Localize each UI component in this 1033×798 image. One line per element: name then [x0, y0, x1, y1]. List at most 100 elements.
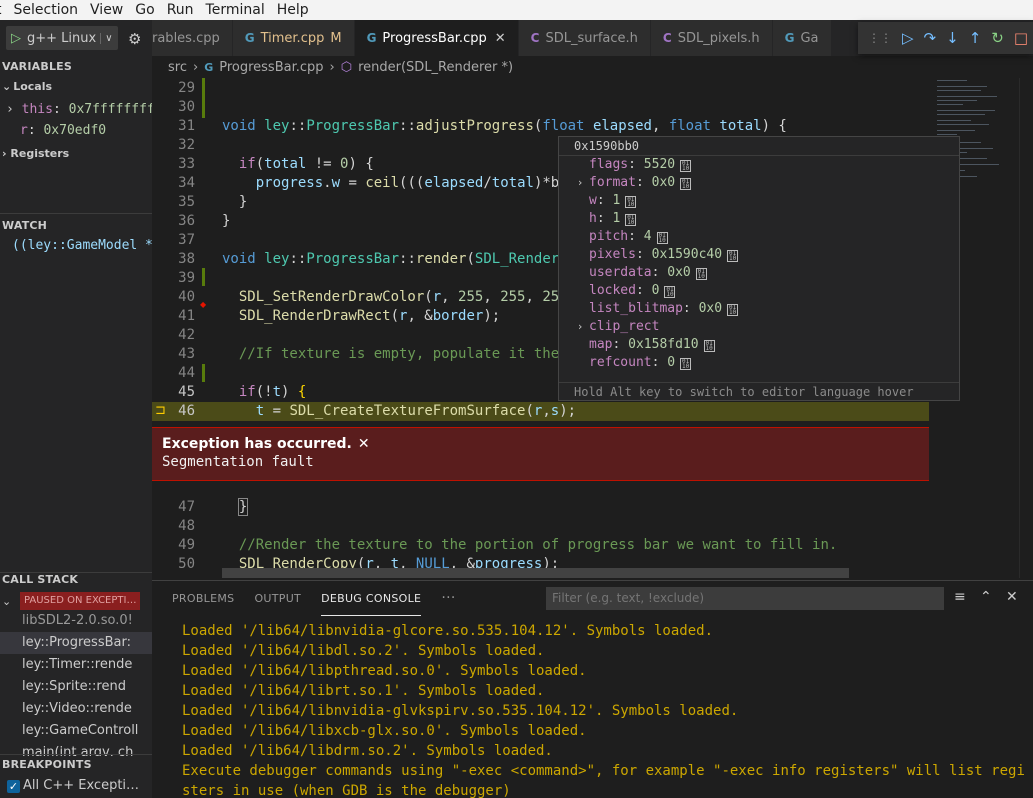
- console-line: Execute debugger commands using "-exec <…: [182, 763, 1025, 779]
- chevron-down-icon[interactable]: ⌄: [2, 595, 11, 608]
- gear-icon[interactable]: ⚙: [128, 30, 141, 48]
- binary-view-icon[interactable]: 01 10: [664, 286, 676, 298]
- binary-view-icon[interactable]: 01 10: [625, 196, 637, 208]
- hover-row[interactable]: pixels: 0x1590c40 01 10: [559, 246, 739, 264]
- locals-scope[interactable]: ⌄ Locals: [2, 80, 52, 93]
- tab-ga[interactable]: G Ga: [772, 20, 832, 56]
- breakpoint-dot-icon[interactable]: ◆: [200, 300, 206, 309]
- tab-rables-cpp[interactable]: rables.cpp: [152, 20, 233, 56]
- chevron-right-icon[interactable]: ›: [571, 174, 589, 192]
- breadcrumb-file[interactable]: ProgressBar.cpp: [219, 60, 323, 75]
- hover-row[interactable]: flags: 5520 01 10: [559, 156, 692, 174]
- close-icon[interactable]: ✕: [358, 436, 370, 452]
- code-line: 31 void ley::ProgressBar::adjustProgress(…: [178, 118, 787, 134]
- binary-view-icon[interactable]: 01 10: [656, 232, 668, 244]
- exception-widget: Exception has occurred. ✕ Segmentation fa…: [152, 427, 929, 481]
- breakpoint-all-cpp-exceptions[interactable]: All C++ Excepti…: [23, 778, 139, 793]
- stack-frame[interactable]: ley::Sprite::rend: [0, 676, 152, 698]
- menu-view[interactable]: View: [84, 2, 129, 18]
- menu-selection[interactable]: Selection: [8, 2, 85, 18]
- code-line: 48: [178, 518, 195, 534]
- binary-view-icon[interactable]: 01 10: [680, 358, 692, 370]
- menu-terminal[interactable]: Terminal: [200, 2, 271, 18]
- hover-row[interactable]: pitch: 4 01 10: [559, 228, 668, 246]
- hover-row[interactable]: › clip_rect: [559, 318, 660, 336]
- checkbox-checked-icon[interactable]: ✓: [7, 780, 20, 793]
- binary-view-icon[interactable]: 01 10: [703, 340, 715, 352]
- watch-expression[interactable]: ((ley::GameModel *: [12, 238, 152, 253]
- step-into-icon[interactable]: ↓: [946, 29, 959, 47]
- cpp-file-icon: G: [366, 31, 377, 45]
- tab-sdl-pixels-h[interactable]: C SDL_pixels.h: [650, 20, 773, 56]
- run-config-label: g++ Linux: [27, 30, 97, 46]
- tab-debug-console[interactable]: DEBUG CONSOLE: [321, 581, 422, 616]
- stack-frame[interactable]: libSDL2-2.0.so.0!: [0, 610, 152, 632]
- stack-frame[interactable]: ley::Video::rende: [0, 698, 152, 720]
- hover-row[interactable]: › format: 0x0 01 10: [559, 174, 692, 192]
- close-icon[interactable]: ✕: [1006, 589, 1018, 605]
- clear-console-icon[interactable]: ≡: [954, 589, 966, 605]
- code-line: 49 //Render the texture to the portion o…: [178, 537, 838, 553]
- console-line: Loaded '/lib64/librt.so.1'. Symbols load…: [182, 683, 545, 699]
- stack-frame[interactable]: ley::Timer::rende: [0, 654, 152, 676]
- tab-sdl-surface-h[interactable]: C SDL_surface.h: [518, 20, 651, 56]
- hover-row[interactable]: userdata: 0x0 01 10: [559, 264, 707, 282]
- breadcrumb-symbol[interactable]: render(SDL_Renderer *): [358, 60, 513, 75]
- breadcrumb-folder[interactable]: src: [168, 60, 187, 75]
- drag-handle-icon[interactable]: ⋮⋮: [868, 31, 892, 45]
- vertical-scrollbar[interactable]: [1019, 78, 1033, 578]
- call-stack-title[interactable]: CALL STACK: [2, 573, 78, 586]
- debug-console-output[interactable]: Loaded '/lib64/libnvidia-glcore.so.535.1…: [182, 621, 1032, 798]
- chevron-right-icon: ›: [329, 59, 335, 75]
- exception-title: Exception has occurred.: [162, 436, 352, 452]
- hover-row[interactable]: list_blitmap: 0x0 01 10: [559, 300, 739, 318]
- variables-title[interactable]: VARIABLES: [2, 60, 72, 73]
- variable-this[interactable]: › this: 0x7ffffffff…: [6, 102, 152, 117]
- step-over-icon[interactable]: ↷: [924, 29, 937, 47]
- hover-row[interactable]: locked: 0 01 10: [559, 282, 676, 300]
- hover-row[interactable]: w: 1 01 10: [559, 192, 637, 210]
- chevron-down-icon[interactable]: ∨: [100, 32, 113, 44]
- close-icon[interactable]: ✕: [495, 31, 506, 46]
- binary-view-icon[interactable]: 01 10: [727, 304, 739, 316]
- run-config-dropdown[interactable]: ▷ g++ Linux ∨: [6, 26, 118, 50]
- registers-scope[interactable]: › Registers: [2, 147, 69, 160]
- menu-run[interactable]: Run: [161, 2, 200, 18]
- menu-terminal-fragment[interactable]: t: [0, 2, 8, 18]
- breakpoint-arrow-icon[interactable]: ⊐: [155, 403, 166, 418]
- tab-timer-cpp[interactable]: G Timer.cpp M: [232, 20, 355, 56]
- play-icon[interactable]: ▷: [11, 31, 21, 46]
- cpp-file-icon: G: [784, 31, 795, 45]
- tab-problems[interactable]: PROBLEMS: [172, 581, 234, 616]
- breadcrumb: src › G ProgressBar.cpp › ⬡ render(SDL_R…: [152, 56, 1033, 78]
- step-out-icon[interactable]: ↑: [969, 29, 982, 47]
- stack-frame[interactable]: ley::GameControll: [0, 720, 152, 742]
- debug-toolbar: ⋮⋮ ▷ ↷ ↓ ↑ ↻ □: [858, 22, 1033, 54]
- hover-row[interactable]: h: 1 01 10: [559, 210, 637, 228]
- chevron-up-icon[interactable]: ⌃: [980, 589, 992, 605]
- stack-frame[interactable]: ley::ProgressBar:: [0, 632, 152, 654]
- more-actions-icon[interactable]: ···: [441, 581, 455, 616]
- console-line: Loaded '/lib64/libnvidia-glcore.so.535.1…: [182, 623, 714, 639]
- tab-output[interactable]: OUTPUT: [254, 581, 301, 616]
- binary-view-icon[interactable]: 01 10: [680, 160, 692, 172]
- hover-row[interactable]: refcount: 0 01 10: [559, 354, 692, 372]
- binary-view-icon[interactable]: 01 10: [727, 250, 739, 262]
- binary-view-icon[interactable]: 01 10: [695, 268, 707, 280]
- menu-help[interactable]: Help: [271, 2, 315, 18]
- menu-go[interactable]: Go: [129, 2, 160, 18]
- restart-icon[interactable]: ↻: [991, 29, 1004, 47]
- hover-row[interactable]: map: 0x158fd10 01 10: [559, 336, 715, 354]
- horizontal-scrollbar[interactable]: [222, 568, 849, 578]
- breakpoints-title[interactable]: BREAKPOINTS: [2, 758, 92, 771]
- continue-icon[interactable]: ▷: [902, 29, 914, 47]
- watch-title[interactable]: WATCH: [2, 219, 47, 232]
- binary-view-icon[interactable]: 01 10: [625, 214, 637, 226]
- debug-hover-widget[interactable]: 0x1590bb0 flags: 5520 01 10 › format: 0x0 01…: [558, 136, 960, 401]
- stop-icon[interactable]: □: [1014, 29, 1028, 47]
- variable-r[interactable]: r: 0x70edf0: [20, 123, 106, 138]
- chevron-right-icon[interactable]: ›: [571, 318, 589, 336]
- tab-progressbar-cpp[interactable]: G ProgressBar.cpp ✕: [354, 20, 519, 56]
- console-filter-input[interactable]: [546, 587, 944, 610]
- binary-view-icon[interactable]: 01 10: [680, 178, 692, 190]
